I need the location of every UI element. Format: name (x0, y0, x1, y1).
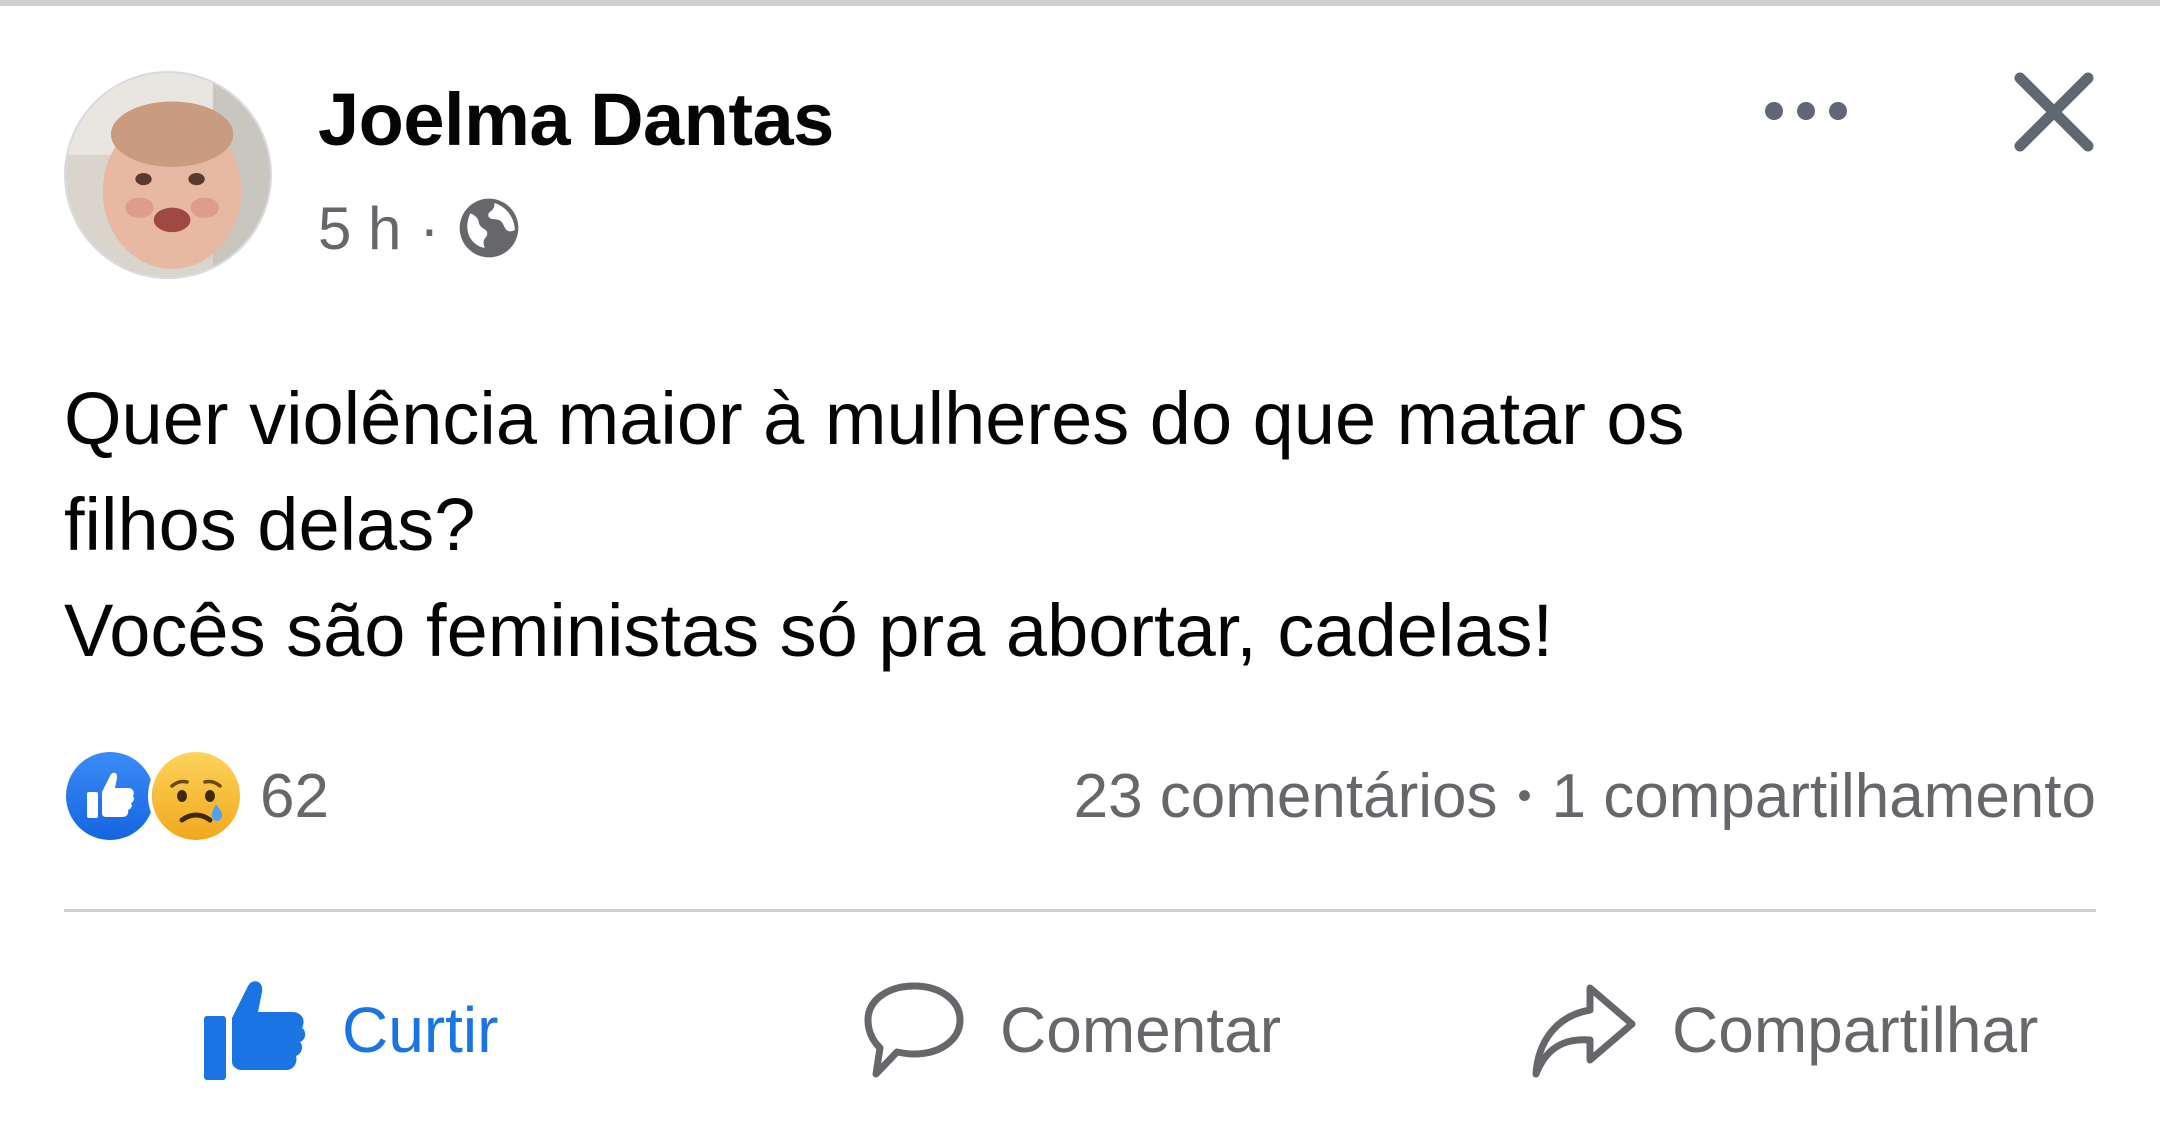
post-body: Quer violência maior à mulheres do que m… (64, 366, 2104, 684)
comment-label: Comentar (1000, 994, 1281, 1066)
top-border (0, 0, 2160, 6)
post-text-line: Vocês são feministas só pra abortar, cad… (64, 589, 1554, 672)
comments-count[interactable]: 23 comentários (1074, 761, 1498, 832)
author-name[interactable]: Joelma Dantas (318, 78, 834, 162)
like-reaction-icon (62, 748, 158, 844)
reaction-count[interactable]: 62 (260, 761, 329, 832)
stats-separator: • (1517, 773, 1532, 818)
comment-icon (864, 982, 964, 1078)
share-button[interactable]: Compartilhar (1530, 970, 2038, 1090)
thumbs-up-icon (204, 981, 306, 1080)
post-time[interactable]: 5 h (318, 194, 401, 263)
avatar[interactable] (64, 71, 272, 279)
post-text-line: filhos delas? (64, 483, 476, 566)
post-meta: 5 h · (318, 194, 521, 263)
sad-reaction-icon (148, 748, 244, 844)
avatar-photo (66, 73, 270, 277)
comment-button[interactable]: Comentar (862, 970, 1281, 1090)
close-button[interactable] (2010, 68, 2098, 156)
like-label: Curtir (342, 994, 499, 1066)
ellipsis-icon (1765, 102, 1847, 120)
close-icon (2014, 72, 2094, 152)
share-icon (1532, 984, 1636, 1078)
meta-separator: · (419, 194, 440, 262)
divider (64, 909, 2096, 912)
shares-count[interactable]: 1 compartilhamento (1552, 761, 2097, 832)
like-button[interactable]: Curtir (202, 970, 498, 1090)
reactions-summary[interactable]: 62 (62, 748, 329, 844)
globe-icon[interactable] (457, 196, 521, 260)
share-label: Compartilhar (1672, 994, 2039, 1066)
more-options-button[interactable] (1758, 86, 1854, 136)
post-text-line: Quer violência maior à mulheres do que m… (64, 377, 1685, 460)
engagement-stats: 23 comentários • 1 compartilhamento (1074, 748, 2096, 844)
